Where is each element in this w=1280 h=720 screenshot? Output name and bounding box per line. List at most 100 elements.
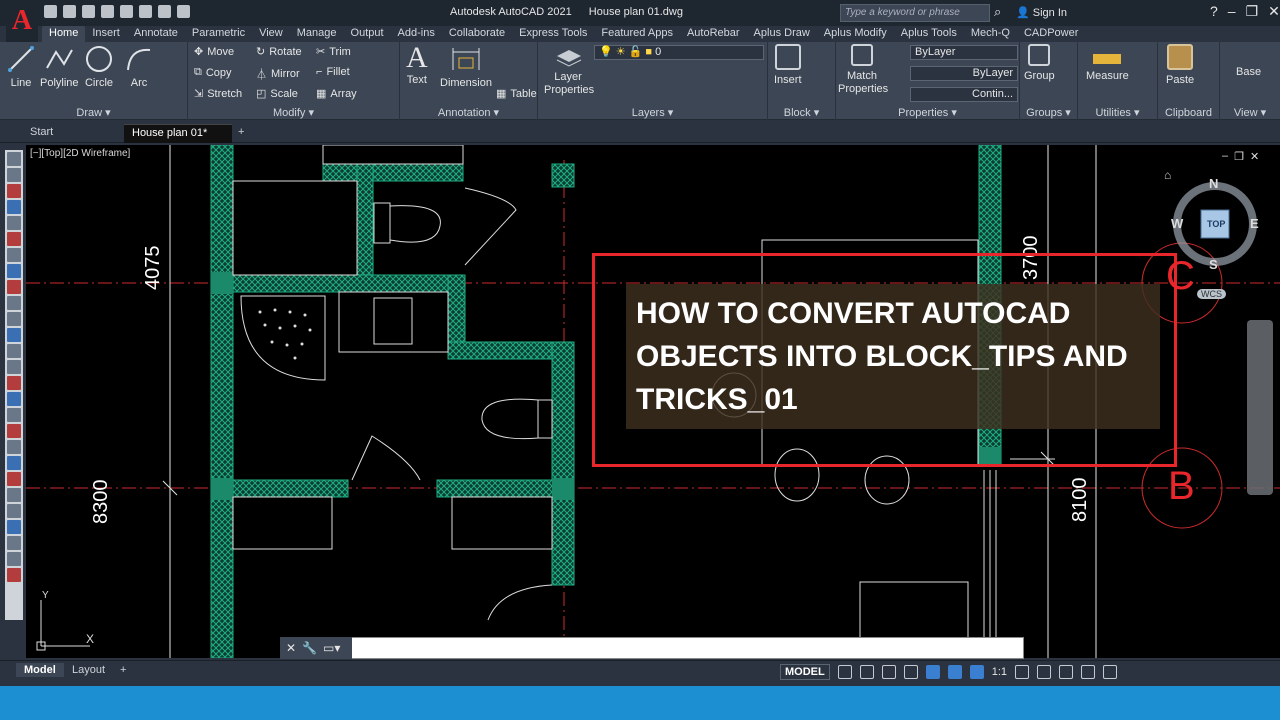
tab-model[interactable]: Model <box>16 663 64 677</box>
circle-tool[interactable]: Circle <box>84 44 114 89</box>
linetype-dropdown[interactable]: ByLayer <box>910 66 1018 81</box>
tab-view[interactable]: View <box>252 26 290 42</box>
mirror-tool[interactable]: ⏃ Mirror <box>256 66 300 82</box>
isolate-objects-icon[interactable] <box>1059 665 1074 679</box>
tab-featured-apps[interactable]: Featured Apps <box>594 26 680 42</box>
text-tool[interactable]: A Text <box>406 42 428 87</box>
tab-manage[interactable]: Manage <box>290 26 344 42</box>
minimize-icon[interactable]: – <box>1228 3 1236 20</box>
group-button[interactable]: Group <box>1024 44 1055 82</box>
tab-output[interactable]: Output <box>344 26 391 42</box>
table-tool[interactable]: ▦ Table <box>496 87 537 101</box>
toolbar-icon[interactable] <box>7 504 21 518</box>
toolbar-icon[interactable] <box>7 408 21 422</box>
annotation-scale-icon[interactable] <box>969 665 984 679</box>
tab-parametric[interactable]: Parametric <box>185 26 252 42</box>
compass-west[interactable]: W <box>1171 216 1183 231</box>
toolbar-icon[interactable] <box>7 344 21 358</box>
toolbar-icon[interactable] <box>7 280 21 294</box>
fillet-tool[interactable]: ⌐ Fillet <box>316 66 350 78</box>
toolbar-icon[interactable] <box>7 184 21 198</box>
undo-icon[interactable] <box>158 5 171 18</box>
compass-south[interactable]: S <box>1209 257 1218 272</box>
help-icon[interactable]: ? <box>1210 3 1218 20</box>
search-icon[interactable]: ⌕ <box>994 4 1001 20</box>
plot-icon[interactable] <box>139 5 152 18</box>
new-file-icon[interactable] <box>44 5 57 18</box>
compass-north[interactable]: N <box>1209 176 1218 191</box>
trim-tool[interactable]: ✂ Trim <box>316 45 351 59</box>
stretch-tool[interactable]: ⇲ Stretch <box>194 87 242 101</box>
maximize-icon[interactable]: ❐ <box>1246 3 1259 20</box>
toolbar-icon[interactable] <box>7 328 21 342</box>
object-snap-tracking-icon[interactable] <box>947 665 962 679</box>
toolbar-icon[interactable] <box>7 472 21 486</box>
toolbar-icon[interactable] <box>7 376 21 390</box>
toolbar-icon[interactable] <box>7 424 21 438</box>
tab-layout[interactable]: Layout <box>64 663 113 677</box>
lineweight-dropdown[interactable]: Contin... <box>910 87 1018 102</box>
viewcube[interactable]: TOP N S W E <box>1168 170 1268 272</box>
viewport-controls-label[interactable]: [−][Top][2D Wireframe] <box>30 148 130 159</box>
toolbar-icon[interactable] <box>7 440 21 454</box>
polar-icon[interactable] <box>903 665 918 679</box>
toolbar-icon[interactable] <box>7 552 21 566</box>
tab-annotate[interactable]: Annotate <box>127 26 185 42</box>
navigation-bar[interactable] <box>1247 320 1273 495</box>
tab-start[interactable]: Start <box>22 124 61 143</box>
groups-panel-title[interactable]: Groups ▾ <box>1020 106 1077 119</box>
properties-panel-title[interactable]: Properties ▾ <box>836 106 1019 119</box>
redo-icon[interactable] <box>177 5 190 18</box>
home-view-icon[interactable]: ⌂ <box>1164 168 1171 182</box>
toolbar-icon[interactable] <box>7 152 21 166</box>
layers-panel-title[interactable]: Layers ▾ <box>538 106 767 119</box>
wcs-menu[interactable]: WCS <box>1197 289 1226 299</box>
polyline-tool[interactable]: Polyline <box>40 44 79 89</box>
osnap-icon[interactable] <box>925 665 940 679</box>
tab-autorebar[interactable]: AutoRebar <box>680 26 747 42</box>
command-line-input[interactable] <box>280 637 1024 659</box>
tab-home[interactable]: Home <box>42 26 86 42</box>
tab-aplus-tools[interactable]: Aplus Tools <box>894 26 964 42</box>
tab-aplus-draw[interactable]: Aplus Draw <box>747 26 817 42</box>
arc-tool[interactable]: Arc <box>124 44 154 89</box>
tab-house-plan[interactable]: House plan 01* ✕ <box>124 124 232 156</box>
toolbar-icon[interactable] <box>7 456 21 470</box>
base-view-button[interactable]: Base <box>1236 56 1261 78</box>
tab-express-tools[interactable]: Express Tools <box>512 26 594 42</box>
search-input[interactable]: Type a keyword or phrase <box>840 4 990 22</box>
annotation-panel-title[interactable]: Annotation ▾ <box>400 106 537 119</box>
color-dropdown[interactable]: ByLayer <box>910 45 1018 60</box>
tab-mech-q[interactable]: Mech-Q <box>964 26 1017 42</box>
view-panel-title[interactable]: View ▾ <box>1220 106 1280 119</box>
model-space-toggle[interactable]: MODEL <box>780 664 830 680</box>
application-menu-button[interactable]: A <box>6 3 38 43</box>
dimension-tool[interactable]: Dimension <box>440 44 492 89</box>
clean-screen-icon[interactable] <box>1081 665 1096 679</box>
compass-east[interactable]: E <box>1250 216 1259 231</box>
new-tab-button[interactable]: + <box>230 124 252 143</box>
layer-properties-button[interactable]: Layer Properties <box>544 44 594 97</box>
toolbar-icon[interactable] <box>7 216 21 230</box>
toolbar-icon[interactable] <box>7 536 21 550</box>
toolbar-icon[interactable] <box>7 168 21 182</box>
toolbar-icon[interactable] <box>7 248 21 262</box>
customization-menu-icon[interactable] <box>1103 665 1118 679</box>
close-icon[interactable]: ✕ <box>1268 3 1280 20</box>
grid-icon[interactable] <box>837 665 852 679</box>
tab-add-ins[interactable]: Add-ins <box>391 26 442 42</box>
toolbar-icon[interactable] <box>7 296 21 310</box>
tab-collaborate[interactable]: Collaborate <box>442 26 512 42</box>
annotation-monitor-icon[interactable] <box>1037 665 1052 679</box>
web-mobile-icon[interactable] <box>120 5 133 18</box>
toolbar-icon[interactable] <box>7 200 21 214</box>
viewcube-top-face[interactable]: TOP <box>1207 219 1225 229</box>
toolbar-icon[interactable] <box>7 360 21 374</box>
toolbar-icon[interactable] <box>7 488 21 502</box>
toolbar-icon[interactable] <box>7 312 21 326</box>
tab-insert[interactable]: Insert <box>85 26 127 42</box>
save-icon[interactable] <box>82 5 95 18</box>
viewport-restore-icon[interactable]: ❐ <box>1234 150 1244 163</box>
paste-button[interactable]: Paste <box>1166 44 1194 86</box>
scale-tool[interactable]: ◰ Scale <box>256 87 298 101</box>
